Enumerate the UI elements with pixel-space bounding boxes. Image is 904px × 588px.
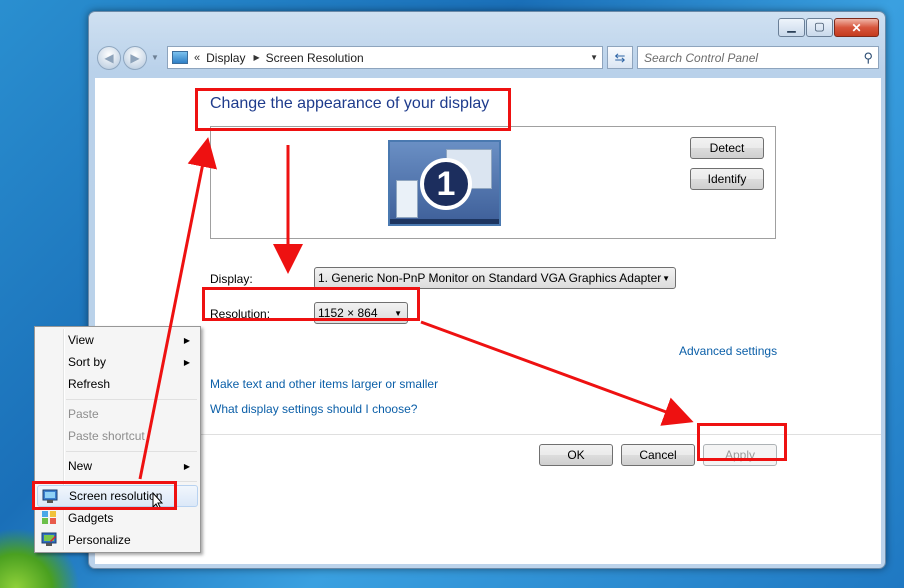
gadgets-icon <box>41 510 57 525</box>
maximize-button[interactable]: ▢ <box>806 18 833 37</box>
annotation-box-apply <box>697 423 787 461</box>
menu-separator <box>66 451 197 452</box>
menu-item-paste-shortcut[interactable]: Paste shortcut <box>37 425 198 447</box>
menu-item-label: Paste shortcut <box>68 429 145 443</box>
breadcrumb-overflow[interactable]: « <box>194 52 200 64</box>
monitor-1-thumbnail[interactable]: 1 <box>388 140 501 226</box>
menu-item-label: Personalize <box>68 533 131 547</box>
menu-item-paste[interactable]: Paste <box>37 403 198 425</box>
menu-item-label: Refresh <box>68 377 111 391</box>
monitor-taskbar-graphic <box>390 219 499 224</box>
search-icon[interactable]: ⚲ <box>863 50 873 66</box>
breadcrumb-display[interactable]: Display <box>206 51 245 65</box>
personalize-icon <box>41 532 57 547</box>
submenu-arrow-icon: ▶ <box>183 461 190 471</box>
monitor-number-badge: 1 <box>420 158 472 210</box>
display-label: Display: <box>210 272 253 286</box>
menu-item-label: New <box>68 459 93 473</box>
menu-separator <box>66 399 197 400</box>
menu-item-personalize[interactable]: Personalize <box>37 529 198 551</box>
menu-item-view[interactable]: View ▶ <box>37 329 198 351</box>
close-button[interactable]: ✕ <box>834 18 879 37</box>
navigation-bar: ◀ ▶ ▼ « Display ▶ Screen Resolution ▼ ⇆ … <box>97 44 881 70</box>
search-placeholder: Search Control Panel <box>644 50 759 65</box>
menu-item-sort-by[interactable]: Sort by ▶ <box>37 351 198 373</box>
desktop-context-menu: View ▶ Sort by ▶ Refresh Paste Paste sho… <box>34 326 201 553</box>
menu-item-label: Gadgets <box>68 511 114 525</box>
chevron-down-icon: ▼ <box>662 274 670 283</box>
main-content: Change the appearance of your display 1 … <box>95 78 881 564</box>
address-bar[interactable]: « Display ▶ Screen Resolution ▼ <box>167 46 603 69</box>
minimize-button[interactable]: ▁ <box>778 18 805 37</box>
refresh-icon: ⇆ <box>614 49 626 65</box>
annotation-box-resolution <box>202 287 420 321</box>
display-preview-area: 1 Detect Identify <box>210 126 776 239</box>
menu-item-gadgets[interactable]: Gadgets <box>37 507 198 529</box>
ok-button[interactable]: OK <box>539 444 613 466</box>
detect-button[interactable]: Detect <box>690 137 764 159</box>
refresh-button[interactable]: ⇆ <box>607 46 633 69</box>
display-select[interactable]: 1. Generic Non-PnP Monitor on Standard V… <box>314 267 676 289</box>
display-help-link[interactable]: What display settings should I choose? <box>210 402 417 416</box>
annotation-box-title <box>195 88 511 131</box>
breadcrumb-chevron-icon[interactable]: ▶ <box>253 53 259 62</box>
text-size-link[interactable]: Make text and other items larger or smal… <box>210 377 438 391</box>
advanced-settings-link[interactable]: Advanced settings <box>679 344 777 358</box>
maximize-icon: ▢ <box>814 21 825 33</box>
cancel-button[interactable]: Cancel <box>621 444 695 466</box>
recent-pages-dropdown-icon[interactable]: ▼ <box>151 53 159 62</box>
monitor-window-graphic <box>396 180 418 218</box>
submenu-arrow-icon: ▶ <box>183 357 190 367</box>
address-dropdown-icon[interactable]: ▼ <box>590 53 598 62</box>
forward-button[interactable]: ▶ <box>123 46 147 70</box>
close-icon: ✕ <box>851 20 862 35</box>
search-input[interactable]: Search Control Panel ⚲ <box>637 46 879 69</box>
menu-item-label: View <box>68 333 94 347</box>
back-button[interactable]: ◀ <box>97 46 121 70</box>
annotation-box-screen-resolution <box>32 481 177 510</box>
display-select-value: 1. Generic Non-PnP Monitor on Standard V… <box>318 271 662 285</box>
breadcrumb-screen-resolution[interactable]: Screen Resolution <box>266 51 364 65</box>
menu-item-label: Paste <box>68 407 99 421</box>
control-panel-icon <box>172 51 188 64</box>
forward-arrow-icon: ▶ <box>130 51 140 65</box>
menu-item-new[interactable]: New ▶ <box>37 455 198 477</box>
menu-item-refresh[interactable]: Refresh <box>37 373 198 395</box>
identify-button[interactable]: Identify <box>690 168 764 190</box>
menu-item-label: Sort by <box>68 355 107 369</box>
back-arrow-icon: ◀ <box>104 51 114 65</box>
minimize-icon: ▁ <box>787 21 796 33</box>
submenu-arrow-icon: ▶ <box>183 335 190 345</box>
